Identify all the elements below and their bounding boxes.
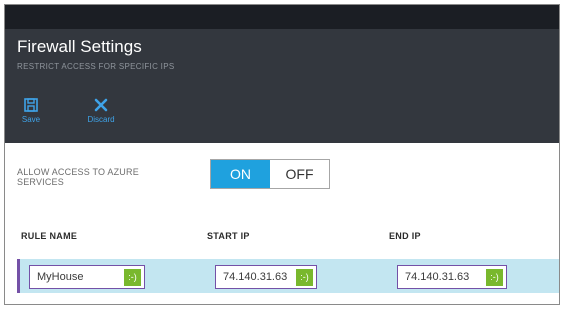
blade-title: Firewall Settings: [17, 37, 142, 56]
save-label: Save: [21, 115, 41, 124]
azure-access-toggle[interactable]: ON OFF: [210, 159, 330, 189]
toggle-off-option[interactable]: OFF: [270, 160, 329, 188]
toggle-on-option[interactable]: ON: [211, 160, 270, 188]
column-header-rule-name: RULE NAME: [21, 231, 78, 241]
end-ip-value[interactable]: 74.140.31.63: [398, 271, 486, 283]
row-selection-indicator: [17, 259, 20, 293]
blade-subtitle: RESTRICT ACCESS FOR SPECIFIC IPS: [17, 62, 175, 71]
rule-name-value[interactable]: MyHouse: [30, 271, 124, 283]
rule-name-field[interactable]: MyHouse :-): [29, 265, 145, 289]
column-header-end-ip: END IP: [389, 231, 421, 241]
valid-check-icon: :-): [124, 268, 141, 286]
top-bar: [5, 5, 559, 29]
table-row[interactable]: MyHouse :-) 74.140.31.63 :-) 74.140.31.6…: [17, 259, 559, 293]
save-icon: [24, 98, 38, 112]
start-ip-value[interactable]: 74.140.31.63: [216, 271, 296, 283]
valid-check-icon: :-): [486, 268, 503, 286]
valid-check-icon: :-): [296, 268, 313, 286]
azure-access-label: ALLOW ACCESS TO AZURE SERVICES: [17, 167, 139, 187]
discard-button[interactable]: Discard: [81, 97, 121, 124]
firewall-settings-blade: Firewall Settings RESTRICT ACCESS FOR SP…: [4, 4, 560, 305]
save-button[interactable]: Save: [11, 97, 51, 124]
start-ip-field[interactable]: 74.140.31.63 :-): [215, 265, 317, 289]
discard-icon: [94, 98, 108, 112]
column-header-start-ip: START IP: [207, 231, 250, 241]
blade-header: Firewall Settings RESTRICT ACCESS FOR SP…: [5, 29, 559, 143]
end-ip-field[interactable]: 74.140.31.63 :-): [397, 265, 507, 289]
discard-label: Discard: [87, 115, 115, 124]
